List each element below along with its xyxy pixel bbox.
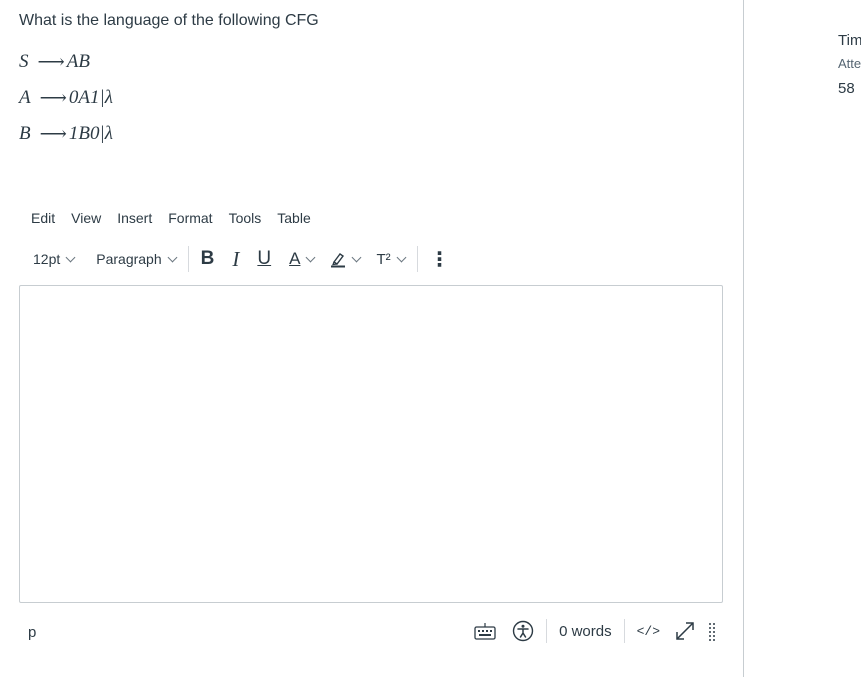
question-prompt: What is the language of the following CF… [19,12,319,29]
content-sidebar-divider [743,0,744,677]
grammar-rule: S ⟶ AB [19,44,113,80]
quiz-sidebar: Tim Atte 58 [838,32,861,97]
chevron-down-icon [65,252,76,262]
rich-text-editor[interactable] [19,285,723,603]
keyboard-icon[interactable] [474,622,496,640]
rule-lhs: A [19,87,31,108]
editor-content[interactable] [20,286,722,306]
chevron-down-icon [306,252,316,262]
more-options-button[interactable]: ⋮ [430,247,450,272]
rule-arrow: ⟶ [39,123,67,145]
menu-format[interactable]: Format [168,210,212,226]
grammar-rule: A ⟶ 0A1|λ [19,80,113,116]
highlight-icon [331,253,346,268]
word-count: 0 words [559,622,612,640]
statusbar-divider [546,619,548,643]
quiz-page: What is the language of the following CF… [0,0,861,677]
grammar-rules: S ⟶ AB A ⟶ 0A1|λ B ⟶ 1B0|λ [19,44,113,152]
toolbar-divider [416,246,418,272]
grammar-rule: B ⟶ 1B0|λ [19,116,113,152]
rule-arrow: ⟶ [39,87,67,109]
chevron-down-icon [396,252,407,262]
bold-button[interactable]: B [201,248,215,270]
superscript-button[interactable]: T² [376,250,407,268]
font-size-value: 12pt [33,251,61,267]
rule-rhs: 1B0|λ [68,123,113,144]
toolbar-divider [187,246,189,272]
menu-tools[interactable]: Tools [229,210,262,226]
menu-table[interactable]: Table [277,210,310,226]
html-editor-toggle[interactable]: </> [637,624,660,639]
font-size-select[interactable]: 12pt [33,251,76,267]
accessibility-icon[interactable] [512,620,534,642]
attempt-label: Atte [838,56,861,71]
superscript-icon: T² [376,250,391,268]
text-color-button[interactable]: A [289,249,316,269]
editor-statusbar: p 0 words </> [19,615,722,647]
menu-view[interactable]: View [71,210,101,226]
drag-handle-icon[interactable] [708,621,716,641]
rule-rhs: 0A1|λ [68,87,113,108]
italic-button[interactable]: I [232,247,239,272]
editor-toolbar: 12pt Paragraph B I U A T² ⋮ [33,245,450,273]
rule-rhs: AB [66,51,90,72]
element-path[interactable]: p [28,624,36,641]
text-color-icon: A [289,249,301,268]
statusbar-tools: 0 words </> [474,615,716,647]
block-format-value: Paragraph [96,251,162,267]
chevron-down-icon [167,252,178,262]
menu-insert[interactable]: Insert [117,210,152,226]
statusbar-divider [623,619,625,643]
attempt-value: 58 [838,80,855,97]
rule-lhs: S [19,51,29,72]
highlight-color-button[interactable] [330,250,362,268]
block-format-select[interactable]: Paragraph [96,251,178,267]
menu-edit[interactable]: Edit [31,210,55,226]
rule-arrow: ⟶ [37,51,65,73]
editor-menubar: Edit View Insert Format Tools Table [31,210,311,226]
time-label: Tim [838,32,861,49]
underline-button[interactable]: U [257,248,271,270]
chevron-down-icon [352,252,362,262]
rule-lhs: B [19,123,31,144]
fullscreen-icon[interactable] [674,620,696,642]
